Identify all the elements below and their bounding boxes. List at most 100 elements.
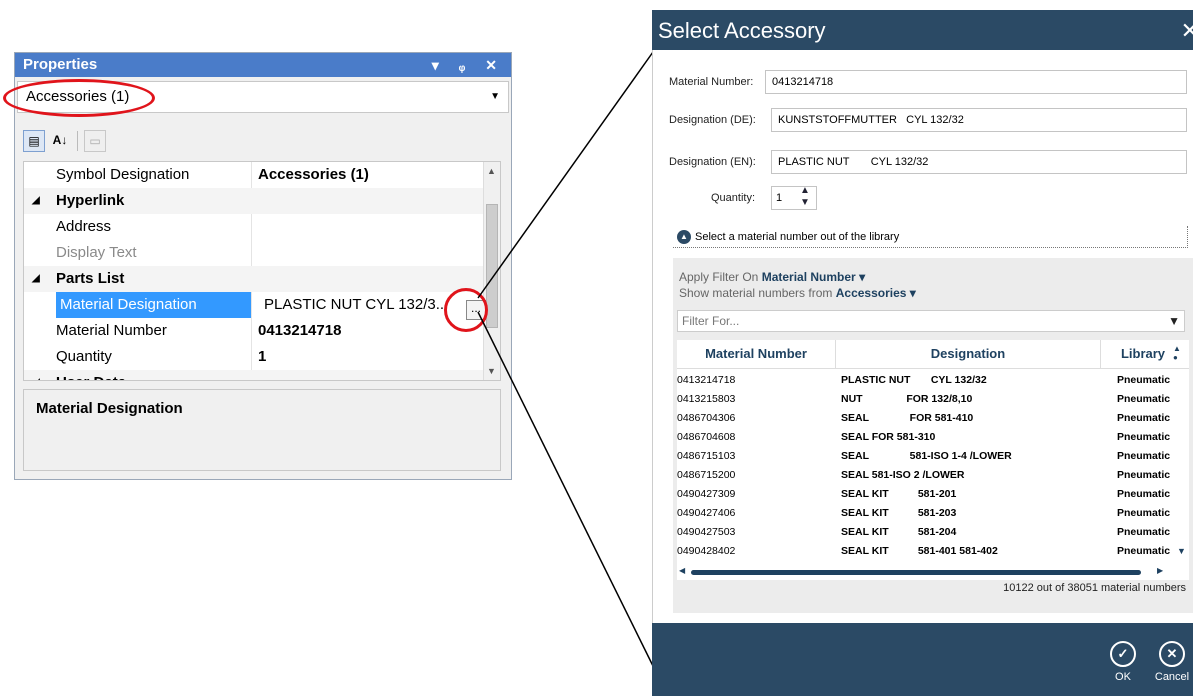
column-header-designation[interactable]: Designation (836, 340, 1100, 368)
table-hscrollbar[interactable]: ◀ ▶ (677, 566, 1177, 578)
apply-filter-dropdown[interactable]: Material Number ▾ (762, 270, 865, 284)
category-row[interactable]: ◢ Hyperlink (24, 188, 486, 214)
close-circle-icon: ✕ (1159, 641, 1185, 667)
designation-de-field[interactable]: KUNSTSTOFFMUTTER CYL 132/32 (771, 108, 1187, 132)
property-row[interactable]: Address (24, 214, 486, 240)
table-row[interactable]: 0486715200 SEAL 581-ISO 2 /LOWER Pneumat… (677, 467, 1177, 484)
cell-number: 0490427309 (677, 488, 736, 500)
spin-arrows-icon[interactable]: ▲ ▼ (800, 185, 810, 209)
library-toggle-label: Select a material number out of the libr… (695, 231, 900, 243)
filter-input[interactable]: Filter For... ▼ (677, 310, 1185, 332)
filter-placeholder: Filter For... (682, 314, 740, 328)
table-row[interactable]: 0486715103 SEAL 581-ISO 1-4 /LOWER Pneum… (677, 448, 1177, 465)
cell-number: 0490427503 (677, 526, 736, 538)
property-row[interactable]: Display Text (24, 240, 486, 266)
highlight-oval-combo (3, 79, 155, 117)
cell-designation: PLASTIC NUT CYL 132/32 (841, 374, 987, 386)
ok-button[interactable]: ✓ OK (1103, 641, 1143, 683)
cell-number: 0486704306 (677, 412, 736, 424)
property-key: Display Text (56, 240, 252, 266)
dialog-header: Select Accessory ✕ (652, 10, 1193, 50)
grid-scrollbar[interactable]: ▲ ▼ (483, 162, 500, 380)
toolbar-divider (77, 131, 78, 151)
quantity-stepper[interactable]: 1 ▲ ▼ (771, 185, 817, 210)
table-row[interactable]: 0490427406 SEAL KIT 581-203 Pneumatic (677, 505, 1177, 522)
apply-filter-line: Apply Filter On Material Number ▾ (679, 270, 865, 284)
table-row[interactable]: 0490427309 SEAL KIT 581-201 Pneumatic (677, 486, 1177, 503)
cell-designation: SEAL KIT 581-203 (841, 507, 957, 519)
material-table: Material Number Designation Library ▲ ● 0… (677, 340, 1189, 580)
properties-title: Properties (23, 56, 98, 73)
description-title: Material Designation (36, 400, 183, 417)
property-row-selected[interactable]: Material Designation PLASTIC NUT CYL 132… (24, 292, 486, 318)
title-controls[interactable]: ▾ ᵩ ✕ (432, 53, 505, 77)
cell-designation: SEAL FOR 581-310 (841, 431, 936, 443)
sort-alphabetical-icon[interactable]: A↓ (49, 130, 71, 152)
category-row[interactable]: ◢ User Data (24, 370, 486, 380)
column-header-material-number[interactable]: Material Number (677, 340, 835, 368)
cell-library: Pneumatic (1117, 374, 1171, 386)
cell-library: Pneumatic (1117, 469, 1171, 481)
category-row[interactable]: ◢ Parts List (24, 266, 486, 292)
dialog-title: Select Accessory (658, 18, 826, 43)
quantity-label: Quantity: (711, 192, 756, 204)
table-row[interactable]: 0486704306 SEAL FOR 581-410 Pneumatic (677, 410, 1177, 427)
properties-title-bar: Properties ▾ ᵩ ✕ (15, 53, 511, 77)
cell-designation: NUT FOR 132/8,10 (841, 393, 973, 405)
description-pane: Material Designation (23, 389, 501, 471)
table-row[interactable]: 0413215803 NUT FOR 132/8,10 Pneumatic (677, 391, 1177, 408)
property-row[interactable]: Symbol Designation Accessories (1) (24, 162, 486, 188)
cell-number: 0490428402 (677, 545, 736, 557)
property-key: Address (56, 214, 252, 240)
property-row[interactable]: Material Number 0413214718 (24, 318, 486, 344)
property-grid: Symbol Designation Accessories (1) ◢ Hyp… (23, 161, 501, 381)
dialog-body: Material Number: 0413214718 Designation … (652, 50, 1193, 623)
cell-library: Pneumatic (1117, 545, 1171, 557)
property-key: Quantity (56, 344, 252, 370)
categorized-icon[interactable]: ▤ (23, 130, 45, 152)
hscroll-thumb[interactable] (691, 570, 1141, 575)
designation-en-field[interactable]: PLASTIC NUT CYL 132/32 (771, 150, 1187, 174)
scroll-up-icon[interactable]: ▲ (487, 166, 496, 176)
scroll-down-icon[interactable]: ▼ (1177, 546, 1186, 556)
scroll-down-icon[interactable]: ▼ (487, 366, 496, 376)
table-row[interactable]: 0490427503 SEAL KIT 581-204 Pneumatic (677, 524, 1177, 541)
chevron-up-icon[interactable]: ▲ (677, 230, 691, 245)
table-row[interactable]: 0490428402 SEAL KIT 581-401 581-402 Pneu… (677, 543, 1177, 560)
cell-designation: SEAL KIT 581-201 (841, 488, 957, 500)
show-from-dropdown[interactable]: Accessories ▾ (836, 286, 916, 300)
property-key: Material Designation (56, 292, 252, 318)
collapse-triangle-icon[interactable]: ◢ (32, 188, 40, 214)
chevron-down-icon[interactable]: ▼ (490, 82, 500, 112)
cell-designation: SEAL FOR 581-410 (841, 412, 974, 424)
collapse-triangle-icon[interactable]: ◢ (32, 266, 40, 292)
ok-label: OK (1115, 671, 1131, 683)
cell-number: 0486704608 (677, 431, 736, 443)
property-pages-icon[interactable]: ▭ (84, 130, 106, 152)
funnel-icon[interactable]: ▼ (1168, 311, 1180, 331)
cancel-button[interactable]: ✕ Cancel (1152, 641, 1192, 683)
collapse-triangle-icon[interactable]: ◢ (32, 370, 40, 380)
property-key: Symbol Designation (56, 162, 252, 188)
category-label: Parts List (56, 270, 125, 287)
table-row[interactable]: 0486704608 SEAL FOR 581-310 Pneumatic (677, 429, 1177, 446)
material-number-field[interactable]: 0413214718 (765, 70, 1187, 94)
property-value: 1 (258, 348, 267, 365)
close-icon[interactable]: ✕ (1181, 10, 1193, 52)
category-label: User Data (56, 370, 252, 380)
select-accessory-dialog: Select Accessory ✕ Material Number: 0413… (652, 10, 1193, 696)
quantity-value: 1 (776, 192, 783, 204)
cell-library: Pneumatic (1117, 488, 1171, 500)
cell-library: Pneumatic (1117, 393, 1171, 405)
library-toggle[interactable]: ▲ Select a material number out of the lib… (673, 226, 1188, 248)
scroll-right-icon[interactable]: ▶ (1157, 566, 1163, 575)
cell-number: 0413214718 (677, 374, 736, 386)
scroll-left-icon[interactable]: ◀ (679, 566, 685, 575)
match-count-status: 10122 out of 38051 material numbers (1003, 582, 1186, 594)
table-row[interactable]: 0413214718 PLASTIC NUT CYL 132/32 Pneuma… (677, 372, 1177, 389)
cell-number: 0490427406 (677, 507, 736, 519)
property-row[interactable]: Quantity 1 (24, 344, 486, 370)
column-header-library[interactable]: Library (1113, 340, 1173, 368)
cell-library: Pneumatic (1117, 526, 1171, 538)
sort-icon[interactable]: ▲ ● (1173, 344, 1181, 362)
